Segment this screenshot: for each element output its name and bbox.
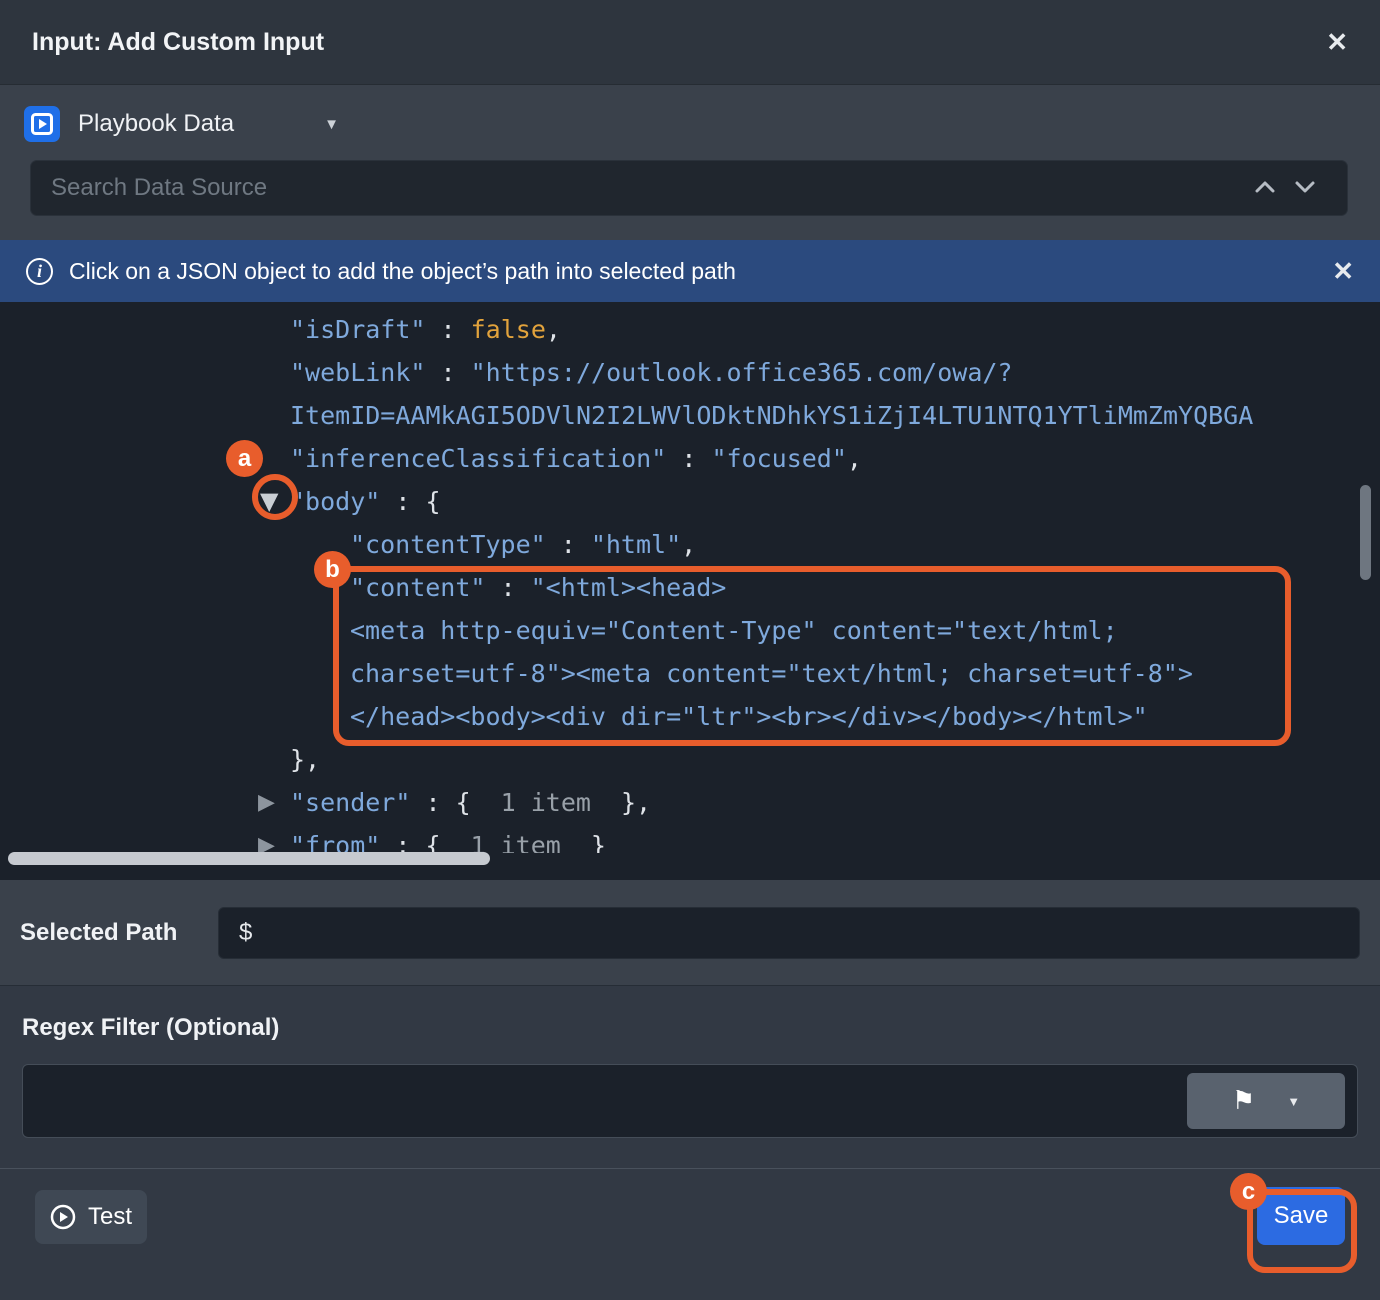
json-item-count: 1 item [471,831,561,853]
source-section: Playbook Data ▼ [0,85,1380,240]
regex-filter-wrap: ⚑ ▼ [22,1064,1358,1138]
json-bool-value: false [471,315,546,344]
json-punctuation: : [485,573,530,602]
modal-header: Input: Add Custom Input ✕ [0,0,1380,85]
modal-title: Input: Add Custom Input [32,28,324,57]
info-banner-text: Click on a JSON object to add the object… [69,258,1332,285]
json-punctuation: : { [410,788,470,817]
info-icon: i [26,258,53,285]
playbook-data-label: Playbook Data [78,110,234,138]
json-scroll-content: "isDraft" : false, "webLink" : "https://… [0,302,1380,853]
json-line-weblink-wrap: ItemID=AAMkAGI5ODVlN2I2LWVlODktNDhkYS1iZ… [0,394,1380,437]
chevron-down-icon[interactable] [1294,180,1316,194]
json-line-sender: ▶ "sender" : { 1 item}, [0,781,1380,824]
json-punctuation: , [546,315,561,344]
json-string-value: <meta http-equiv="Content-Type" content=… [350,616,1118,645]
json-punctuation: : [546,530,591,559]
json-punctuation: : { [380,831,440,853]
selected-path-row: Selected Path [0,880,1380,985]
json-string-value: </head><body><div dir="ltr"><br></div></… [350,702,1148,731]
json-key[interactable]: "body" [290,487,380,516]
json-line-content-1: "content" : "<html><head> [0,566,1380,609]
regex-flags-button[interactable]: ⚑ ▼ [1187,1073,1345,1129]
json-line-body: ▼ "body" : { [0,480,1380,523]
json-punctuation: : [425,358,470,387]
playbook-data-dropdown[interactable]: Playbook Data ▼ [24,100,339,148]
json-key[interactable]: "content" [350,573,485,602]
json-line-weblink: "webLink" : "https://outlook.office365.c… [0,351,1380,394]
chevron-down-icon: ▼ [324,116,339,133]
selected-path-label: Selected Path [20,919,177,947]
horizontal-scrollbar[interactable] [8,852,490,865]
json-string-value: charset=utf-8"><meta content="text/html;… [350,659,1193,688]
json-punctuation: , [681,530,696,559]
test-button-label: Test [88,1203,132,1231]
json-line-content-4: </head><body><div dir="ltr"><br></div></… [0,695,1380,738]
json-line-inference: "inferenceClassification" : "focused", [0,437,1380,480]
play-icon [50,1204,76,1230]
json-punctuation: }, [621,788,651,817]
json-punctuation: : [425,315,470,344]
vertical-scrollbar[interactable] [1360,485,1371,580]
json-line-isdraft: "isDraft" : false, [0,308,1380,351]
json-viewer: "isDraft" : false, "webLink" : "https://… [0,302,1380,880]
json-key[interactable]: "sender" [290,788,410,817]
json-line-content-3: charset=utf-8"><meta content="text/html;… [0,652,1380,695]
json-item-count: 1 item [501,788,591,817]
chevron-down-icon: ▼ [1287,1094,1300,1109]
selected-path-input[interactable] [218,907,1360,959]
json-punctuation: : { [380,487,440,516]
regex-filter-label: Regex Filter (Optional) [22,1014,279,1042]
playbook-data-icon [24,106,60,142]
json-key[interactable]: "isDraft" [290,315,425,344]
json-line-content-2: <meta http-equiv="Content-Type" content=… [0,609,1380,652]
json-line-from: ▶ "from" : { 1 item} [0,824,1380,853]
expand-caret-icon[interactable]: ▶ [258,824,275,853]
search-input[interactable] [30,160,1348,216]
json-key[interactable]: "from" [290,831,380,853]
json-punctuation: , [847,444,862,473]
collapse-caret-icon[interactable]: ▼ [260,480,278,523]
json-string-value: ItemID=AAMkAGI5ODVlN2I2LWVlODktNDhkYS1iZ… [290,401,1253,430]
regex-filter-input[interactable] [22,1064,1358,1138]
json-key[interactable]: "contentType" [350,530,546,559]
expand-caret-icon[interactable]: ▶ [258,781,275,824]
json-key[interactable]: "inferenceClassification" [290,444,666,473]
json-line-body-close: }, [0,738,1380,781]
save-button[interactable]: Save [1257,1187,1345,1245]
search-wrap [30,160,1348,216]
json-line-contenttype: "contentType" : "html", [0,523,1380,566]
flag-icon: ⚑ [1232,1086,1255,1116]
json-string-value: "https://outlook.office365.com/owa/? [471,358,1013,387]
test-button[interactable]: Test [35,1190,147,1244]
json-punctuation: : [666,444,711,473]
chevron-up-icon[interactable] [1254,180,1276,194]
json-punctuation: } [591,831,606,853]
info-banner: i Click on a JSON object to add the obje… [0,240,1380,302]
lower-section: Regex Filter (Optional) ⚑ ▼ Test Save [0,985,1380,1299]
footer-bar: Test Save [0,1168,1380,1300]
json-string-value: "html" [591,530,681,559]
json-string-value: "focused" [711,444,846,473]
close-icon[interactable]: ✕ [1326,27,1348,58]
banner-close-icon[interactable]: ✕ [1332,256,1354,287]
json-key[interactable]: "webLink" [290,358,425,387]
json-string-value: "<html><head> [531,573,727,602]
json-punctuation: }, [290,745,320,774]
